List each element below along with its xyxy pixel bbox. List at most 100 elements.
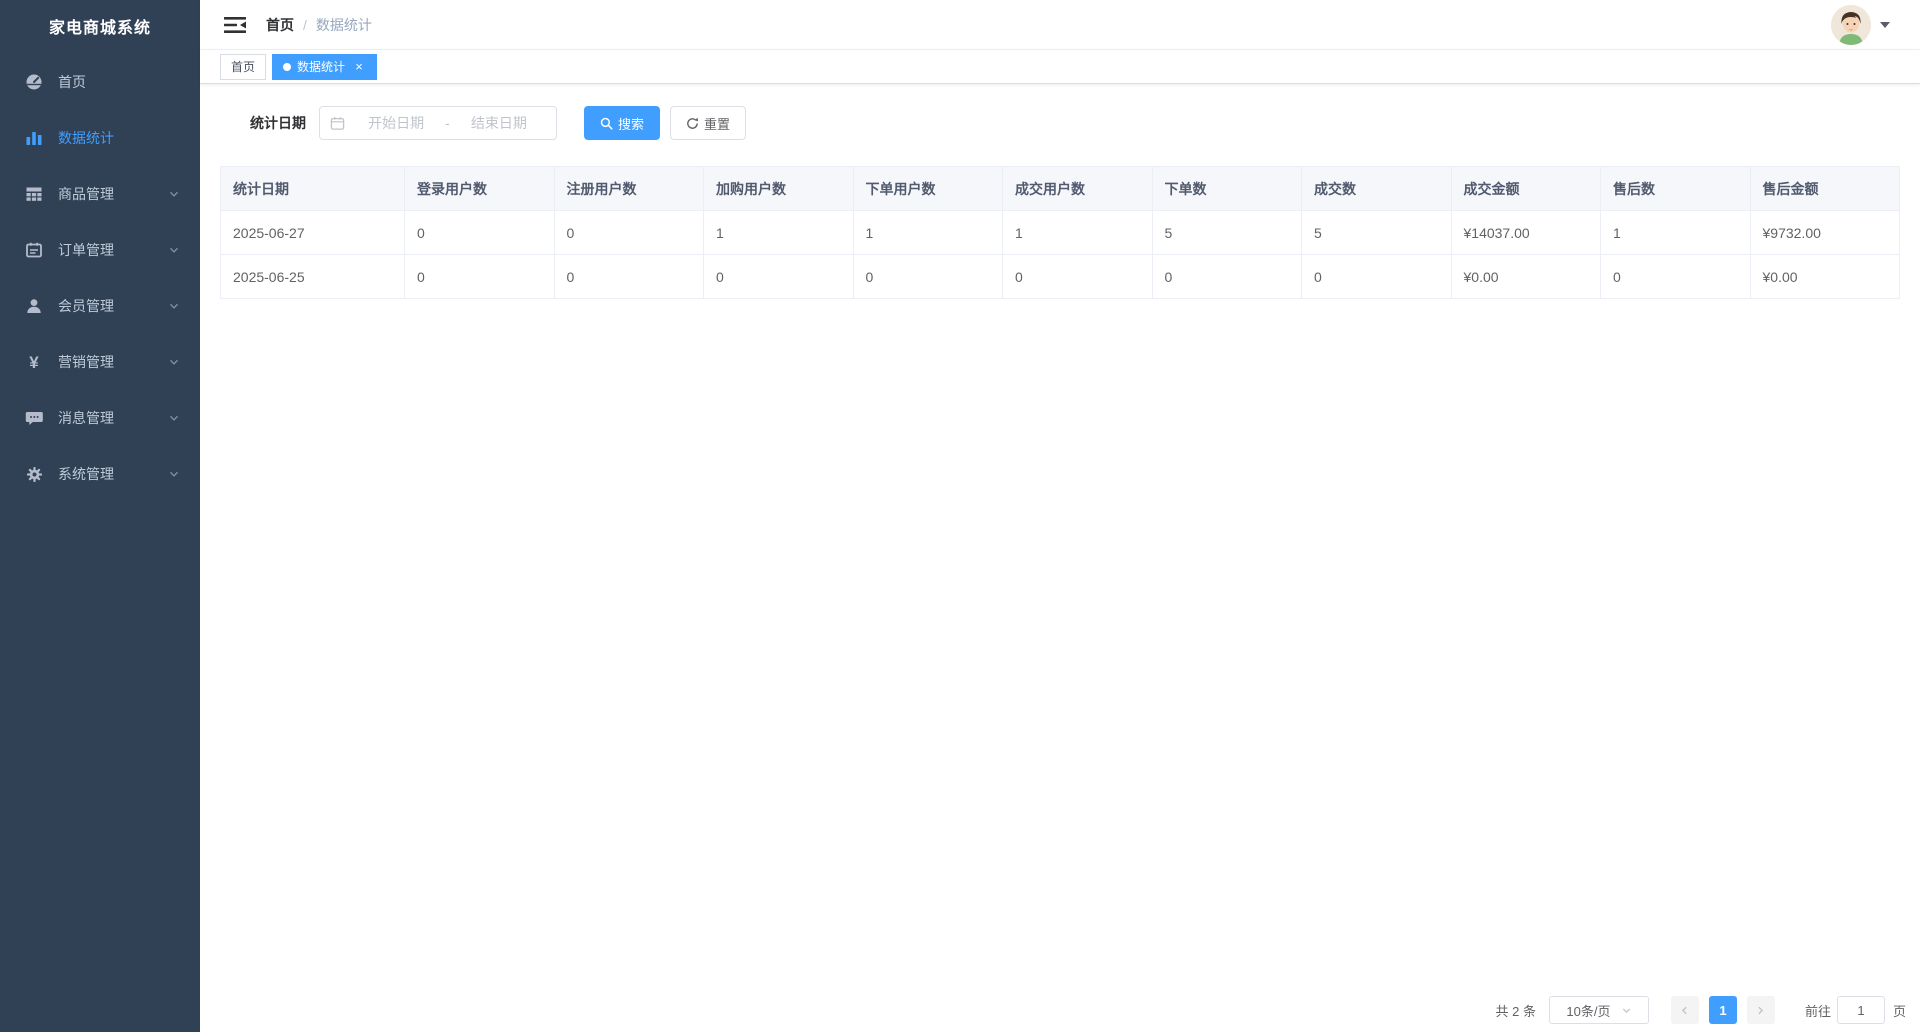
chevron-down-icon [168,412,180,424]
date-range-picker[interactable]: 开始日期 - 结束日期 [319,106,557,140]
cell-deals: 5 [1302,211,1452,255]
date-range-separator: - [443,115,452,131]
cell-deal-users: 1 [1003,211,1153,255]
cell-registered-users: 0 [554,211,704,255]
breadcrumb: 首页 / 数据统计 [266,15,372,35]
search-icon [600,117,613,130]
app-title: 家电商城系统 [0,0,200,52]
page-size-value: 10条/页 [1566,1001,1610,1020]
cell-order-users: 0 [853,255,1003,299]
cell-deals: 0 [1302,255,1452,299]
chevron-down-icon [168,356,180,368]
app-layout: 家电商城系统 首页 数据统计 商品管理 [0,0,1920,1032]
chevron-down-icon [168,188,180,200]
sidebar-item-statistics[interactable]: 数据统计 [0,110,200,166]
breadcrumb-separator: / [303,17,307,33]
sidebar-item-label: 消息管理 [58,408,168,428]
page-number-button[interactable]: 1 [1709,996,1737,1024]
message-icon [24,408,44,428]
chevron-down-icon [168,300,180,312]
calendar-icon [330,116,345,131]
cell-aftersales: 0 [1601,255,1751,299]
sidebar-item-label: 会员管理 [58,296,168,316]
end-date-input[interactable]: 结束日期 [452,113,546,133]
user-icon [24,296,44,316]
chevron-down-icon [168,244,180,256]
column-header: 成交用户数 [1003,167,1153,211]
column-header: 售后金额 [1750,167,1900,211]
prev-page-button[interactable] [1671,996,1699,1024]
table-header-row: 统计日期 登录用户数 注册用户数 加购用户数 下单用户数 成交用户数 下单数 成… [221,167,1900,211]
avatar[interactable] [1831,5,1871,45]
tab-home[interactable]: 首页 [220,54,266,80]
sidebar-item-marketing[interactable]: ¥ 营销管理 [0,334,200,390]
yen-icon: ¥ [24,352,44,372]
table-row[interactable]: 2025-06-25 0 0 0 0 0 0 0 ¥0.00 0 ¥0.00 [221,255,1900,299]
sidebar-item-home[interactable]: 首页 [0,54,200,110]
active-tab-dot [283,63,291,71]
goto-page-input[interactable] [1837,996,1885,1024]
main-area: 首页 / 数据统计 [200,0,1920,1032]
sidebar-item-messages[interactable]: 消息管理 [0,390,200,446]
page-content: 统计日期 开始日期 - 结束日期 搜索 [200,84,1920,1032]
filter-label: 统计日期 [250,113,306,133]
search-button[interactable]: 搜索 [584,106,660,140]
dashboard-icon [24,72,44,92]
cell-cart-users: 1 [704,211,854,255]
cell-orders: 0 [1152,255,1302,299]
close-icon[interactable]: × [352,60,366,74]
tab-label: 数据统计 [297,58,345,75]
column-header: 加购用户数 [704,167,854,211]
sidebar-item-label: 商品管理 [58,184,168,204]
cell-aftersale-amount: ¥0.00 [1750,255,1900,299]
goto-suffix: 页 [1893,1001,1906,1020]
gear-icon [24,464,44,484]
cell-cart-users: 0 [704,255,854,299]
page-size-select[interactable]: 10条/页 [1549,996,1649,1024]
user-menu-caret-icon[interactable] [1880,22,1890,28]
cell-aftersale-amount: ¥9732.00 [1750,211,1900,255]
sidebar-item-label: 订单管理 [58,240,168,260]
cell-order-users: 1 [853,211,1003,255]
column-header: 注册用户数 [554,167,704,211]
grid-icon [24,184,44,204]
sidebar-item-label: 数据统计 [58,128,180,148]
sidebar-item-system[interactable]: 系统管理 [0,446,200,502]
filter-form: 统计日期 开始日期 - 结束日期 搜索 [250,106,1900,140]
column-header: 统计日期 [221,167,405,211]
cell-login-users: 0 [405,211,555,255]
next-page-button[interactable] [1747,996,1775,1024]
sidebar-item-label: 系统管理 [58,464,168,484]
sidebar-item-orders[interactable]: 订单管理 [0,222,200,278]
breadcrumb-home[interactable]: 首页 [266,15,294,35]
reset-button-label: 重置 [704,114,730,133]
bar-chart-icon [24,128,44,148]
pagination: 共 2 条 10条/页 1 前往 页 [1496,996,1907,1024]
cell-orders: 5 [1152,211,1302,255]
tab-label: 首页 [231,58,255,75]
topbar-right [1831,5,1902,45]
tab-statistics[interactable]: 数据统计 × [272,54,377,80]
column-header: 成交金额 [1451,167,1601,211]
reset-button[interactable]: 重置 [670,106,746,140]
cell-login-users: 0 [405,255,555,299]
search-button-label: 搜索 [618,114,644,133]
cell-deal-amount: ¥14037.00 [1451,211,1601,255]
column-header: 售后数 [1601,167,1751,211]
topbar: 首页 / 数据统计 [200,0,1920,50]
sidebar-collapse-icon[interactable] [224,16,246,34]
sidebar: 家电商城系统 首页 数据统计 商品管理 [0,0,200,1032]
refresh-icon [686,117,699,130]
pagination-total: 共 2 条 [1496,1001,1536,1020]
start-date-input[interactable]: 开始日期 [349,113,443,133]
sidebar-item-label: 营销管理 [58,352,168,372]
sidebar-item-products[interactable]: 商品管理 [0,166,200,222]
table-row[interactable]: 2025-06-27 0 0 1 1 1 5 5 ¥14037.00 1 ¥97… [221,211,1900,255]
chevron-down-icon [168,468,180,480]
cell-deal-amount: ¥0.00 [1451,255,1601,299]
cell-registered-users: 0 [554,255,704,299]
column-header: 成交数 [1302,167,1452,211]
sidebar-item-members[interactable]: 会员管理 [0,278,200,334]
column-header: 下单数 [1152,167,1302,211]
tags-view-bar: 首页 数据统计 × [200,50,1920,84]
